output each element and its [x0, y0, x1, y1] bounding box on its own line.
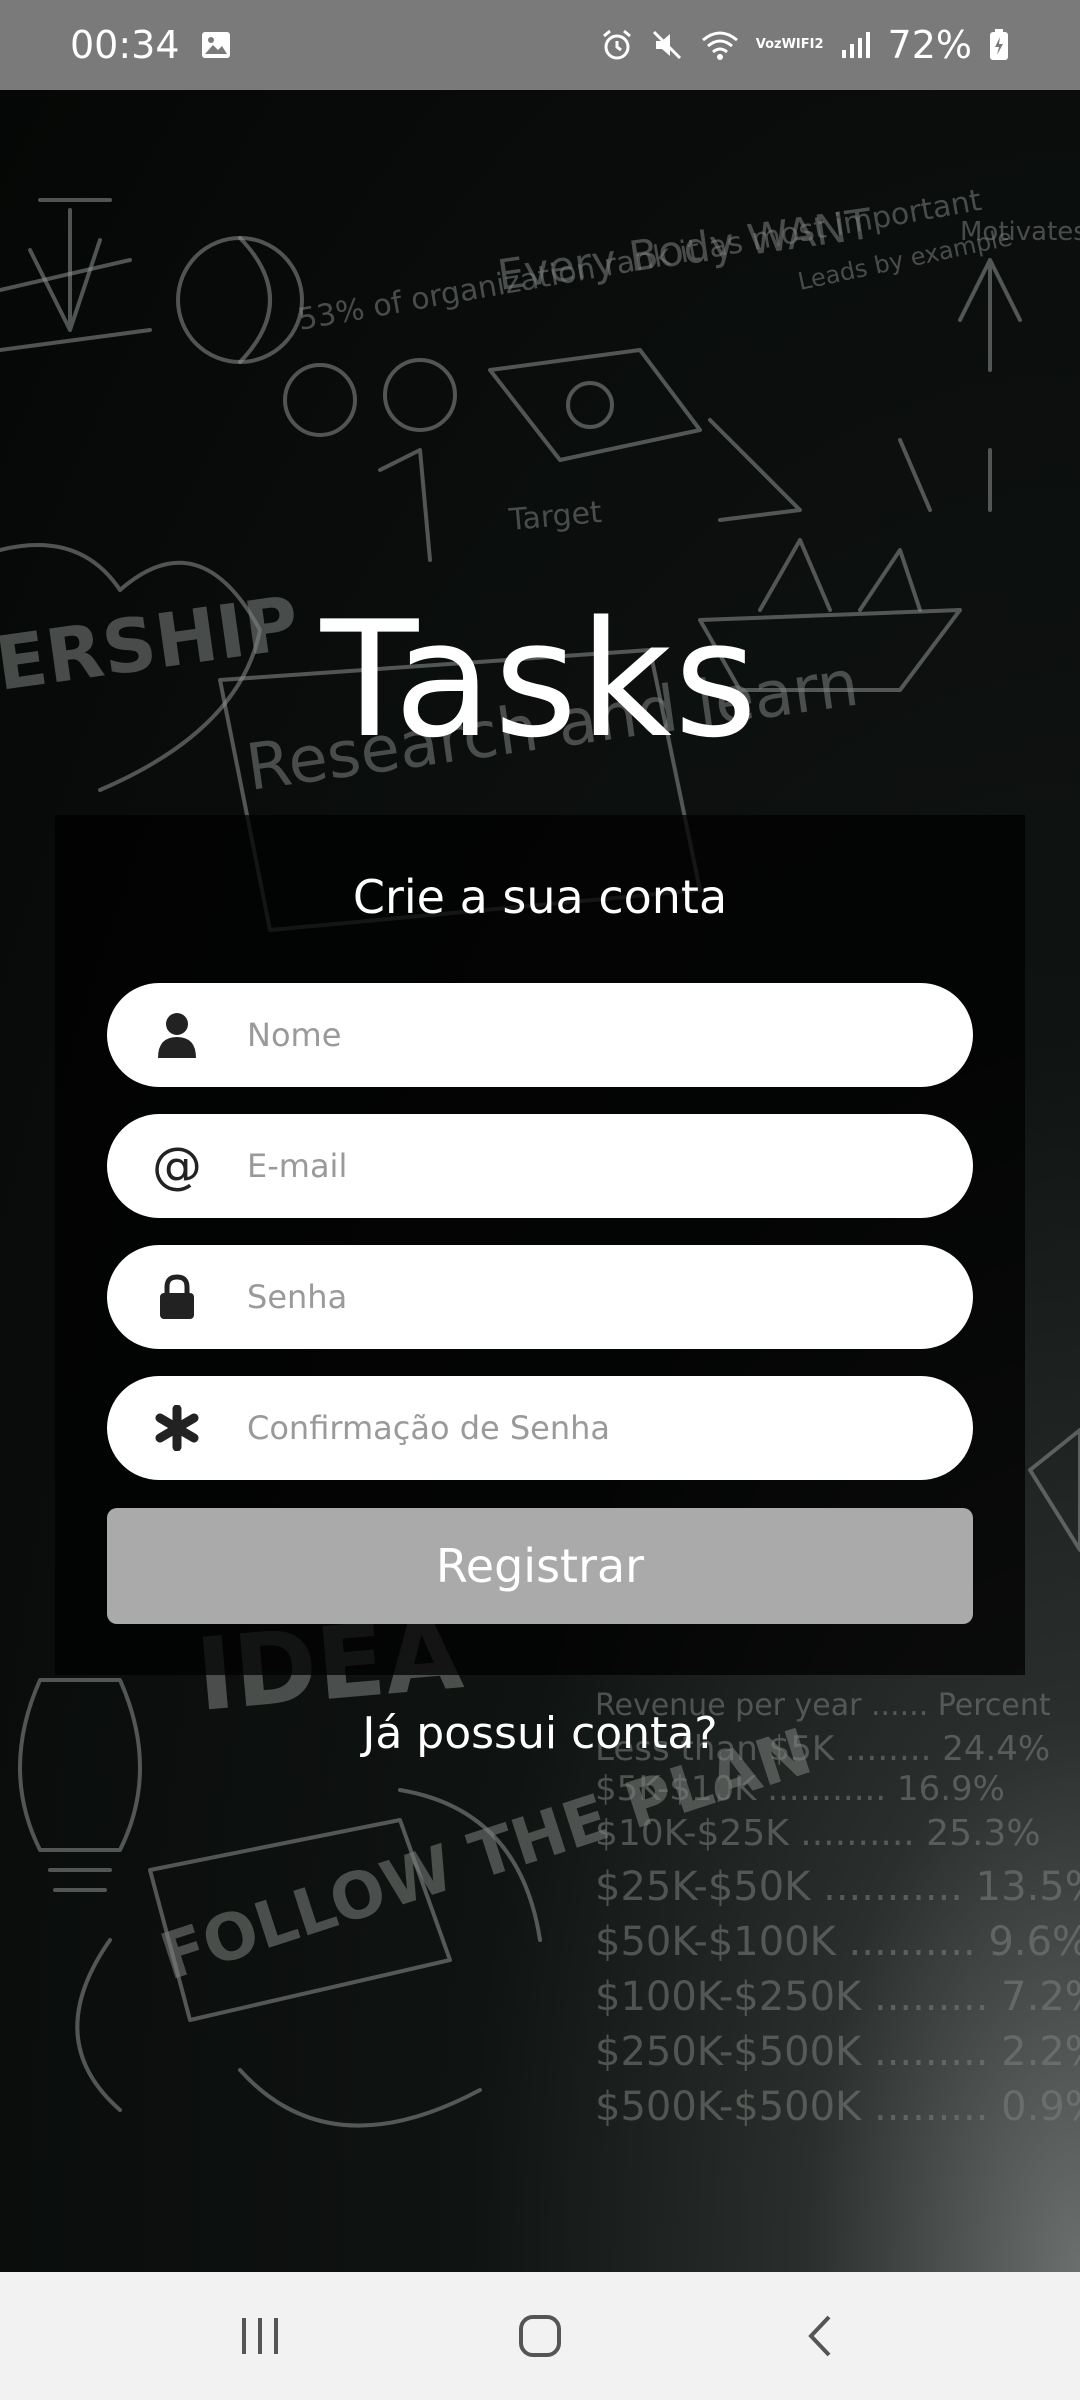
register-card: Crie a sua conta @: [55, 815, 1025, 1675]
back-button[interactable]: [760, 2296, 880, 2376]
name-input[interactable]: [247, 1016, 927, 1054]
voz-label: Voz: [755, 37, 782, 52]
chalk-motivates-text: Motivates: [960, 217, 1080, 247]
password-field[interactable]: [107, 1245, 973, 1349]
login-link[interactable]: Já possui conta?: [0, 1708, 1080, 1759]
home-icon: [519, 2315, 561, 2357]
chalk-revenue-row: $10K-$25K .......... 25.3%: [595, 1813, 1041, 1854]
confirm-password-field[interactable]: [107, 1376, 973, 1480]
alarm-icon: [600, 28, 634, 62]
mute-icon: [650, 28, 684, 62]
navigation-bar: [0, 2272, 1080, 2400]
chalk-revenue-row: $250K-$500K ......... 2.2%: [595, 2029, 1080, 2075]
register-button[interactable]: Registrar: [107, 1508, 973, 1624]
name-field[interactable]: [107, 983, 973, 1087]
user-icon: [107, 1012, 247, 1058]
chalk-revenue-row: $50K-$100K .......... 9.6%: [595, 1919, 1080, 1965]
chalk-revenue-row: $25K-$50K ........... 13.5%: [595, 1864, 1080, 1910]
email-field[interactable]: @: [107, 1114, 973, 1218]
status-time: 00:34: [70, 23, 180, 67]
recent-apps-icon: [242, 2318, 278, 2354]
app-title: Tasks: [320, 586, 760, 773]
home-button[interactable]: [480, 2296, 600, 2376]
battery-charging-icon: [988, 28, 1010, 62]
chalk-target-text: Target: [507, 495, 604, 538]
form-heading: Crie a sua conta: [352, 870, 728, 924]
status-bar: 00:34 Voz WIFI2 72%: [0, 0, 1080, 90]
signal-icon: [840, 30, 872, 60]
asterisk-icon: [107, 1405, 247, 1451]
back-icon: [808, 2315, 831, 2357]
battery-percent: 72%: [887, 23, 972, 67]
password-input[interactable]: [247, 1278, 927, 1316]
chalk-revenue-row: $100K-$250K ......... 7.2%: [595, 1974, 1080, 2020]
chalk-revenue-row: $500K-$500K ......... 0.9%: [595, 2084, 1080, 2130]
at-icon: @: [152, 1137, 202, 1195]
confirm-password-input[interactable]: [247, 1409, 927, 1447]
wifi-icon: [700, 28, 740, 62]
chalk-revenue-row: $5K-$10K ........... 16.9%: [595, 1769, 1005, 1809]
voz-wifi-label: Voz WIFI2: [756, 38, 824, 52]
wifi2-label: WIFI2: [781, 37, 824, 52]
recent-apps-button[interactable]: [200, 2296, 320, 2376]
status-right: Voz WIFI2 72%: [600, 23, 1010, 67]
email-input[interactable]: [247, 1147, 927, 1185]
status-left: 00:34: [70, 23, 232, 67]
lock-icon: [107, 1274, 247, 1320]
image-icon: [200, 30, 232, 60]
